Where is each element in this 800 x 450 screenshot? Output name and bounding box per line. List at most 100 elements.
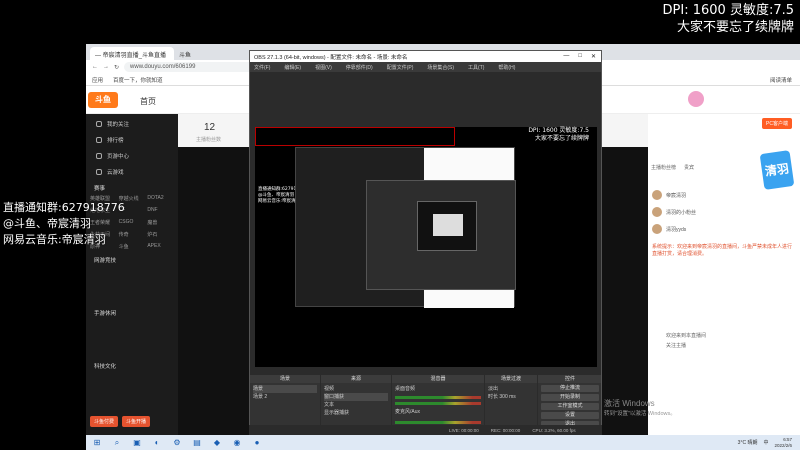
cloud-icon — [96, 169, 102, 175]
category-link[interactable]: APEX — [147, 243, 174, 250]
avatar — [652, 207, 662, 217]
transition-select[interactable]: 淡出 — [488, 385, 534, 393]
windows-start-icon[interactable]: ⊞ — [92, 438, 102, 448]
forward-icon[interactable]: → — [103, 64, 109, 70]
menu-edit[interactable]: 编辑(E) — [284, 64, 301, 71]
bookmark-apps[interactable]: 应用 — [92, 76, 103, 84]
overlay-dpi-text: DPI: 1600 灵敏度:7.5 — [662, 3, 794, 18]
scene-item[interactable]: 场景 — [253, 385, 317, 393]
browser-tab-second[interactable]: 斗鱼 — [174, 47, 258, 60]
obs-icon[interactable]: ● — [252, 438, 262, 448]
badge-icon: 清羽 — [759, 150, 795, 190]
windows-taskbar: ⊞ ⌕ ▣ ◐ ⚙ ▤ ◆ ◉ ● 3°C 晴朗 中 6:57 2022/2/6 — [86, 435, 800, 450]
task-view-icon[interactable]: ▣ — [132, 438, 142, 448]
rank-row[interactable]: 清羽yyds — [652, 224, 686, 234]
input-lang[interactable]: 中 — [763, 439, 768, 446]
preview-overlay-text: DPI: 1600 灵敏度:7.5 大家不要忘了续牌牌 — [528, 127, 589, 142]
cpu-status: CPU: 3.2%, 60.00 fps — [532, 427, 576, 433]
rank-row[interactable]: 帝宸清羽 — [652, 190, 686, 200]
sidebar-item-cloud[interactable]: 云游戏 — [86, 164, 178, 180]
nav-home-link[interactable]: 首页 — [140, 96, 156, 107]
sidebar-group[interactable]: 手游休闲 — [86, 305, 178, 318]
duration-label: 时长 — [488, 394, 499, 400]
system-tray: 3°C 晴朗 中 6:57 2022/2/6 — [738, 437, 800, 448]
category-link[interactable]: DOTA2 — [147, 195, 174, 202]
app-icon[interactable]: ◆ — [212, 438, 222, 448]
chat-system-notice: 系统提示：欢迎来到帝宸清羽的直播间，斗鱼严禁未成年人进行直播打赏，请合理消费。 — [652, 244, 793, 257]
chrome-icon[interactable]: ◉ — [232, 438, 242, 448]
weather-text[interactable]: 3°C 晴朗 — [738, 439, 758, 446]
obs-menu-bar: 文件(F) 编辑(E) 视图(V) 停靠部件(D) 配置文件(P) 场景集合(S… — [250, 62, 601, 72]
overlay-music-text: 网易云音乐:帝宸清羽 — [3, 233, 106, 246]
tab-vip[interactable]: 贵宾 — [684, 164, 694, 171]
steam-icon[interactable]: ⚙ — [172, 438, 182, 448]
reload-icon[interactable]: ↻ — [114, 64, 119, 71]
minimize-icon[interactable]: — — [563, 53, 569, 60]
follow-count: 12 — [204, 122, 216, 133]
obs-preview[interactable]: DPI: 1600 灵敏度:7.5 大家不要忘了续牌牌 直播通知群:627918… — [255, 127, 597, 367]
audio-meter — [395, 396, 481, 399]
chat-line: 关注主播 — [666, 343, 687, 349]
rank-row[interactable]: 清羽的小粉丝 — [652, 207, 696, 217]
avatar — [652, 190, 662, 200]
menu-file[interactable]: 文件(F) — [254, 64, 270, 71]
rec-status: REC: 00:00:00 — [490, 427, 521, 433]
live-status: LIVE: 00:00:00 — [449, 427, 479, 433]
sidebar-item-games[interactable]: 页游中心 — [86, 148, 178, 164]
category-link[interactable]: DNF — [147, 207, 174, 214]
selection-box[interactable] — [255, 127, 455, 146]
nested-capture — [295, 147, 516, 308]
duration-input[interactable]: 300 ms — [499, 394, 515, 400]
controls-title: 控件 — [538, 375, 601, 383]
game-icon — [96, 153, 102, 159]
start-stream-button[interactable]: 斗鱼开播 — [122, 416, 151, 427]
screen: { "overlay": { "top_right_line1": "DPI: … — [0, 0, 800, 450]
sidebar-item-rank[interactable]: 排行榜 — [86, 132, 178, 148]
scene-item[interactable]: 场景 2 — [253, 393, 317, 401]
source-item[interactable]: 显示器捕获 — [324, 409, 388, 417]
obs-title-bar: OBS 27.1.3 (64-bit, windows) - 配置文件: 未命名… — [250, 51, 601, 62]
sidebar-category-head: 赛事 — [94, 186, 106, 192]
pc-client-button[interactable]: PC客户端 — [762, 118, 792, 129]
browser-tab-douyu[interactable]: — 帝宸清羽直播_斗鱼直播 — [90, 47, 174, 60]
sidebar-group[interactable]: 科技文化 — [86, 358, 178, 371]
audio-meter — [395, 421, 481, 424]
menu-scene-collection[interactable]: 场景集合(S) — [427, 64, 454, 71]
explorer-icon[interactable]: ▤ — [192, 438, 202, 448]
reading-list[interactable]: 阅读清单 — [770, 76, 792, 84]
sidebar-group[interactable]: 网游竞技 — [86, 252, 178, 265]
menu-help[interactable]: 帮助(H) — [498, 64, 515, 71]
overlay-group-text: 直播通知群:627918776 — [3, 201, 125, 214]
menu-docks[interactable]: 停靠部件(D) — [346, 64, 373, 71]
menu-view[interactable]: 视图(V) — [315, 64, 332, 71]
scenes-title: 场景 — [250, 375, 320, 383]
search-icon[interactable]: ⌕ — [112, 438, 122, 448]
close-icon[interactable]: ✕ — [591, 53, 596, 60]
source-item[interactable]: 文本 — [324, 401, 388, 409]
avatar[interactable] — [688, 91, 704, 107]
transitions-title: 场景过渡 — [485, 375, 537, 383]
bookmark-baidu[interactable]: 百度一下，你就知道 — [113, 76, 163, 84]
tab-fan-rank[interactable]: 主播粉丝榜 — [651, 164, 676, 171]
rank-tabs: 主播粉丝榜 贵宾 — [651, 164, 694, 171]
douyu-logo[interactable]: 斗鱼 — [88, 92, 118, 108]
start-recording-button[interactable]: 开始录制 — [541, 394, 599, 401]
mixer-label: 麦克风/Aux — [395, 409, 421, 415]
menu-profile[interactable]: 配置文件(P) — [387, 64, 414, 71]
back-icon[interactable]: ← — [92, 64, 98, 70]
settings-button[interactable]: 设置 — [541, 412, 599, 419]
pay-button[interactable]: 斗鱼付费 — [90, 416, 119, 427]
menu-tools[interactable]: 工具(T) — [468, 64, 484, 71]
stop-streaming-button[interactable]: 停止推流 — [541, 385, 599, 392]
source-item[interactable]: 视频 — [324, 385, 388, 393]
heart-icon — [96, 121, 102, 127]
studio-mode-button[interactable]: 工作室模式 — [541, 403, 599, 410]
category-link[interactable]: 炉石 — [147, 231, 174, 238]
clock[interactable]: 6:57 2022/2/6 — [774, 437, 792, 448]
edge-icon[interactable]: ◐ — [152, 438, 162, 448]
source-item[interactable]: 窗口捕获 — [324, 393, 388, 401]
maximize-icon[interactable]: □ — [578, 53, 582, 60]
obs-status-bar: LIVE: 00:00:00 REC: 00:00:00 CPU: 3.2%, … — [249, 425, 602, 435]
sidebar-item-follow[interactable]: 我的关注 — [86, 116, 178, 132]
category-link[interactable]: 魔兽 — [147, 219, 174, 226]
